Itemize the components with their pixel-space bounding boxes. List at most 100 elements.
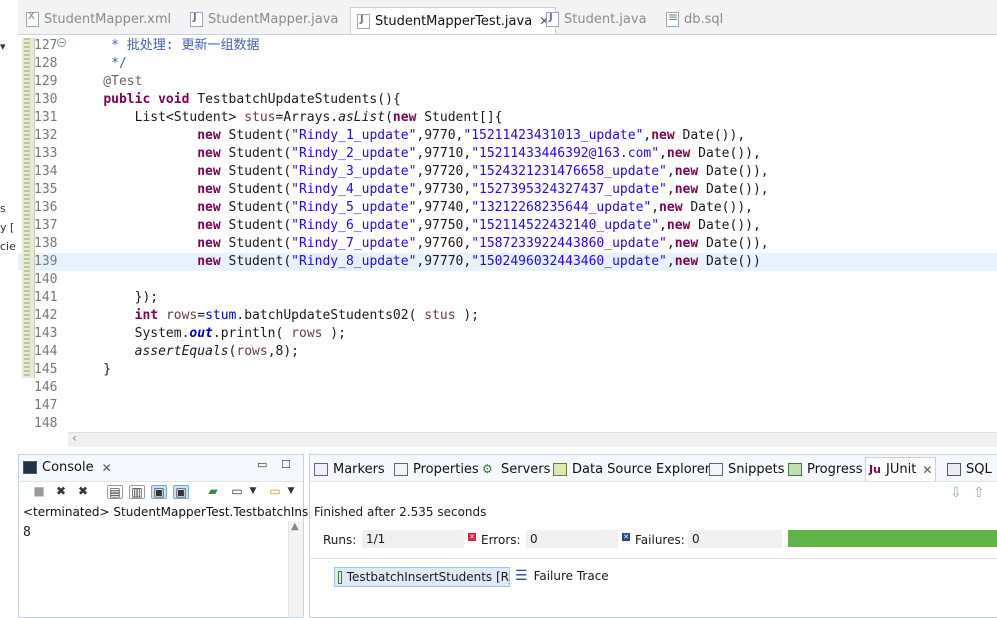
left-strip-fragment: y [	[0, 221, 15, 234]
line-number: 138	[34, 236, 58, 251]
code-line[interactable]: 148	[18, 415, 997, 433]
test-tree-item[interactable]: TestbatchInsertStudents [R	[334, 567, 510, 587]
code-line[interactable]: 130 public void TestbatchUpdateStudents(…	[18, 91, 997, 109]
properties-icon	[394, 462, 408, 476]
code-text[interactable]: new Student("Rindy_6_update",97750,"1521…	[72, 217, 761, 235]
tab-sql-results[interactable]: SQL R	[947, 458, 997, 480]
tab-db-sql[interactable]: db.sql	[666, 6, 723, 32]
tab-junit[interactable]: Ju JUnit ✕	[865, 457, 937, 481]
code-text[interactable]: new Student("Rindy_7_update",97760,"1587…	[72, 235, 768, 253]
next-failure-icon[interactable]: ⇩	[950, 485, 962, 501]
code-text[interactable]: assertEquals(rows,8);	[72, 343, 299, 361]
left-strip-fragment: cie	[0, 240, 16, 253]
clear-console-icon[interactable]: ▤	[107, 485, 123, 499]
remove-launch-icon[interactable]: ✖	[53, 485, 69, 499]
line-number: 139	[34, 254, 58, 269]
code-text[interactable]: */	[72, 55, 127, 73]
scroll-lock-icon[interactable]: ▥	[129, 485, 145, 499]
code-line[interactable]: 139 new Student("Rindy_8_update",97770,"…	[18, 253, 997, 271]
tab-markers[interactable]: Markers	[314, 458, 385, 480]
chevron-down-icon[interactable]: ▼	[245, 485, 261, 499]
line-number: 148	[34, 416, 58, 431]
tab-student-java[interactable]: Student.java	[546, 6, 647, 32]
code-line[interactable]: 127 * 批处理: 更新一组数据	[18, 37, 997, 55]
show-on-stderr-icon[interactable]: ▣	[173, 485, 189, 499]
code-line[interactable]: 140	[18, 271, 997, 289]
code-line[interactable]: 138 new Student("Rindy_7_update",97760,"…	[18, 235, 997, 253]
junit-progress-bar	[788, 530, 997, 547]
code-line[interactable]: 134 new Student("Rindy_3_update",97720,"…	[18, 163, 997, 181]
code-text[interactable]: }	[72, 361, 111, 379]
editor-horizontal-scrollbar[interactable]: ‹	[68, 431, 997, 447]
code-editor[interactable]: 127 * 批处理: 更新一组数据 128 */129 @Test 130 publ…	[18, 35, 997, 450]
line-number: 134	[34, 164, 58, 179]
code-text[interactable]: int rows=stum.batchUpdateStudents02( stu…	[72, 307, 479, 325]
maximize-icon[interactable]: ☐	[281, 458, 291, 471]
show-on-stdout-icon[interactable]: ▣	[151, 485, 167, 499]
code-line[interactable]: 133 new Student("Rindy_2_update",97710,"…	[18, 145, 997, 163]
code-text[interactable]: System.out.println( rows );	[72, 325, 346, 343]
scroll-left-icon[interactable]: ‹	[72, 431, 77, 445]
snippets-icon	[709, 462, 723, 476]
line-number: 131	[34, 110, 58, 125]
left-strip-chevron[interactable]: ▾	[0, 40, 6, 53]
code-text[interactable]: new Student("Rindy_2_update",97710,"1521…	[72, 145, 761, 163]
code-text[interactable]: public void TestbatchUpdateStudents(){	[72, 91, 400, 109]
tab-studentmappertest-java[interactable]: StudentMapperTest.java ✕	[350, 7, 557, 34]
code-line[interactable]: 128 */	[18, 55, 997, 73]
code-line[interactable]: 147	[18, 397, 997, 415]
code-line[interactable]: 146	[18, 379, 997, 397]
remove-all-terminated-icon[interactable]: ✖	[75, 485, 91, 499]
chevron-down-icon[interactable]: ▼	[283, 485, 299, 499]
terminate-icon[interactable]: ■	[31, 485, 47, 499]
minimize-icon[interactable]: ▭	[257, 458, 267, 471]
line-number: 128	[34, 56, 58, 71]
code-line[interactable]: 131 List<Student> stus=Arrays.asList(new…	[18, 109, 997, 127]
tab-studentmapper-xml[interactable]: StudentMapper.xml	[26, 6, 171, 32]
code-text[interactable]: new Student("Rindy_1_update",9770,"15211…	[72, 127, 745, 145]
pin-console-icon[interactable]: ▰	[205, 485, 221, 499]
close-icon[interactable]: ✕	[922, 463, 932, 477]
code-line[interactable]: 137 new Student("Rindy_6_update",97750,"…	[18, 217, 997, 235]
code-text[interactable]: new Student("Rindy_4_update",97730,"1527…	[72, 181, 768, 199]
open-console-icon[interactable]: ▭	[267, 485, 283, 499]
junit-finished-text: Finished after 2.535 seconds	[314, 505, 487, 519]
display-console-icon[interactable]: ▭	[229, 485, 245, 499]
console-output-text[interactable]: 8	[23, 525, 31, 540]
tab-snippets[interactable]: Snippets	[709, 458, 784, 480]
tab-studentmapper-java[interactable]: StudentMapper.java	[190, 6, 338, 32]
tab-servers[interactable]: ⚙ Servers	[482, 458, 550, 480]
tab-progress[interactable]: Progress	[788, 458, 862, 480]
console-vertical-scrollbar[interactable]: ▲	[288, 521, 303, 617]
failure-icon: ✕	[622, 533, 630, 541]
code-line[interactable]: 142 int rows=stum.batchUpdateStudents02(…	[18, 307, 997, 325]
code-line[interactable]: 136 new Student("Rindy_5_update",97740,"…	[18, 199, 997, 217]
code-line[interactable]: 135 new Student("Rindy_4_update",97730,"…	[18, 181, 997, 199]
tab-properties[interactable]: Properties	[394, 458, 479, 480]
tab-console[interactable]: Console ✕	[23, 460, 112, 475]
fold-toggle-icon[interactable]: −	[57, 38, 66, 47]
code-text[interactable]: new Student("Rindy_5_update",97740,"1321…	[72, 199, 753, 217]
scroll-up-icon[interactable]: ▲	[291, 521, 299, 532]
code-line[interactable]: 132 new Student("Rindy_1_update",9770,"1…	[18, 127, 997, 145]
previous-failure-icon[interactable]: ⇧	[973, 485, 985, 501]
code-text[interactable]: List<Student> stus=Arrays.asList(new Stu…	[72, 109, 503, 127]
line-number: 133	[34, 146, 58, 161]
code-text[interactable]: new Student("Rindy_8_update",97770,"1502…	[72, 253, 761, 271]
code-text[interactable]: * 批处理: 更新一组数据	[72, 37, 259, 55]
code-text[interactable]: @Test	[72, 73, 142, 91]
tab-data-source-explorer[interactable]: Data Source Explorer	[553, 458, 710, 480]
failures-value: 0	[688, 530, 782, 548]
xml-file-icon	[26, 11, 39, 27]
line-number: 145	[34, 362, 58, 377]
code-text[interactable]: });	[72, 289, 158, 307]
code-text[interactable]: new Student("Rindy_3_update",97720,"1524…	[72, 163, 768, 181]
line-number: 137	[34, 218, 58, 233]
code-line[interactable]: 144 assertEquals(rows,8);	[18, 343, 997, 361]
code-line[interactable]: 145 }	[18, 361, 997, 379]
code-line[interactable]: 143 System.out.println( rows );	[18, 325, 997, 343]
code-line[interactable]: 141 });	[18, 289, 997, 307]
code-line[interactable]: 129 @Test	[18, 73, 997, 91]
close-icon[interactable]: ✕	[102, 461, 112, 475]
errors-value: 0	[526, 530, 618, 548]
